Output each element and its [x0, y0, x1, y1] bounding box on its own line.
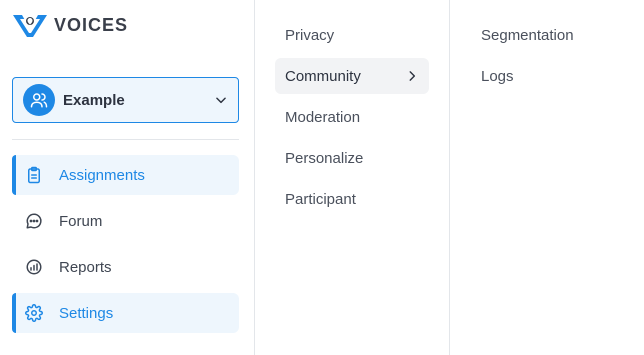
sidebar: VOICES Example Assignments Forum Reports… [0, 0, 255, 355]
sidebar-item-label: Reports [59, 258, 112, 276]
brand-logo[interactable]: VOICES [12, 12, 128, 38]
chevron-right-icon [409, 71, 416, 81]
sidebar-item-assignments[interactable]: Assignments [12, 155, 239, 195]
users-icon [30, 93, 48, 108]
sidebar-item-label: Forum [59, 212, 103, 230]
submenu-item-segmentation[interactable]: Segmentation [471, 17, 574, 53]
submenu-item-participant[interactable]: Participant [275, 181, 429, 217]
clipboard-icon [24, 165, 44, 185]
sidebar-item-label: Settings [59, 304, 114, 322]
sidebar-divider [12, 139, 239, 140]
submenu-item-label: Logs [481, 67, 514, 85]
workspace-name: Example [63, 91, 125, 109]
sidebar-item-label: Assignments [59, 166, 145, 184]
chat-bubble-icon [24, 211, 44, 231]
sidebar-item-reports[interactable]: Reports [12, 247, 239, 287]
chevron-down-icon [216, 97, 226, 104]
submenu-item-label: Personalize [285, 149, 364, 167]
submenu-item-label: Segmentation [481, 26, 574, 44]
community-submenu: Segmentation Logs [451, 0, 644, 355]
gear-icon [24, 303, 44, 323]
submenu-item-personalize[interactable]: Personalize [275, 140, 429, 176]
sidebar-item-forum[interactable]: Forum [12, 201, 239, 241]
settings-submenu: Privacy Community Moderation Personalize… [256, 0, 450, 355]
sidebar-item-settings[interactable]: Settings [12, 293, 239, 333]
submenu-item-label: Participant [285, 190, 356, 208]
submenu-item-privacy[interactable]: Privacy [275, 17, 429, 53]
chart-icon [24, 257, 44, 277]
submenu-item-moderation[interactable]: Moderation [275, 99, 429, 135]
workspace-avatar [23, 84, 55, 116]
submenu-item-label: Moderation [285, 108, 361, 126]
submenu-item-community[interactable]: Community [275, 58, 429, 94]
submenu-item-label: Privacy [285, 26, 335, 44]
voices-logo-icon [13, 15, 47, 37]
workspace-selector[interactable]: Example [12, 77, 239, 123]
submenu-item-logs[interactable]: Logs [471, 58, 514, 94]
brand-name: VOICES [54, 14, 129, 35]
submenu-item-label: Community [285, 67, 361, 85]
